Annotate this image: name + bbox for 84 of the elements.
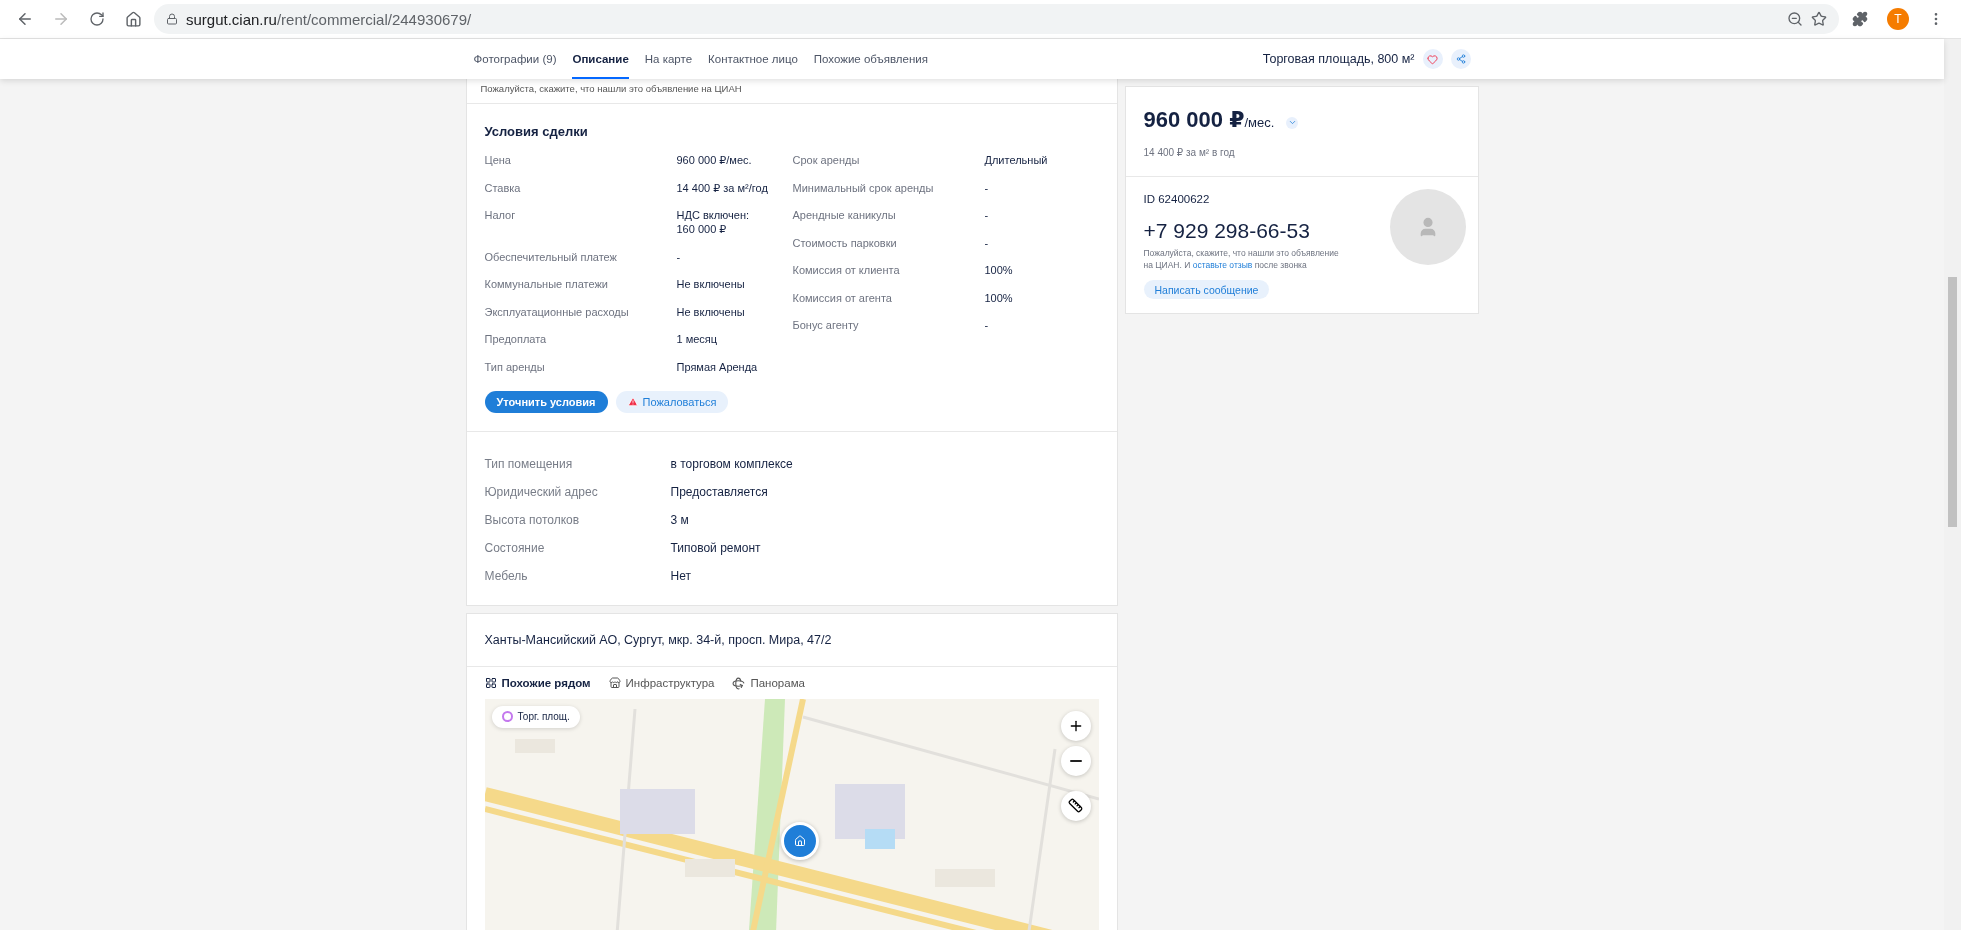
chevron-down-icon	[1287, 118, 1297, 127]
field-label: Срок аренды	[792, 153, 861, 167]
field-value: 3 м	[670, 511, 690, 529]
field-value: НДС включен: 160 000 ₽	[676, 208, 751, 236]
field-label: Комиссия от клиента	[792, 263, 901, 277]
field-value: -	[676, 249, 682, 264]
shop-icon	[608, 677, 621, 689]
section-title: Условия сделки	[484, 124, 589, 139]
field-value: Прямая Аренда	[676, 359, 759, 374]
nav-tab[interactable]: Контактное лицо	[708, 39, 798, 79]
ruler-icon	[1068, 798, 1083, 813]
forward-arrow-icon	[52, 10, 70, 28]
rotation-icon	[732, 676, 746, 690]
warning-icon	[627, 396, 638, 407]
map-tab[interactable]: Панорама	[732, 676, 805, 690]
nav-tab[interactable]: На карте	[644, 39, 693, 79]
field-value: Предоставляется	[670, 483, 769, 501]
field-value: -	[984, 208, 990, 222]
field-value: Типовой ремонт	[670, 539, 762, 557]
minus-icon	[1069, 759, 1082, 762]
complaint-button[interactable]: Пожаловаться	[615, 390, 729, 413]
field-label: Налог	[484, 208, 517, 223]
field-value: Нет	[670, 567, 692, 585]
agent-id: ID 62400622	[1143, 193, 1211, 205]
field-label: Мебель	[484, 567, 529, 585]
price-unit: /мес.	[1244, 115, 1275, 130]
field-label: Цена	[484, 153, 512, 167]
field-value: 14 400 ₽ за м²/год	[676, 180, 769, 195]
house-icon	[793, 834, 806, 847]
field-label: Юридический адрес	[484, 483, 599, 501]
zoom-out-icon[interactable]	[1787, 11, 1803, 27]
field-label: Ставка	[484, 180, 522, 195]
map-tab[interactable]: Похожие рядом	[484, 676, 591, 690]
field-value: 960 000 ₽/мес.	[676, 153, 753, 167]
message-button[interactable]: Написать сообщение	[1143, 280, 1270, 299]
field-value: 1 месяц	[676, 332, 719, 346]
field-label: Обеспечительный платеж	[484, 249, 618, 264]
reload-icon	[89, 11, 105, 27]
nav-tab[interactable]: Фотографии (9)	[473, 39, 557, 79]
phone-number: +7 929 298-66-53	[1143, 219, 1311, 243]
field-label: Минимальный срок аренды	[792, 180, 935, 195]
heart-icon	[1427, 53, 1438, 65]
field-label: Тип аренды	[484, 359, 546, 374]
map-tab[interactable]: Инфраструктура	[608, 676, 715, 690]
field-label: Эксплуатационные расходы	[484, 304, 630, 319]
field-label: Предоплата	[484, 332, 548, 346]
field-label: Комиссия от агента	[792, 290, 893, 305]
field-label: Состояние	[484, 539, 546, 557]
field-value: -	[984, 180, 990, 195]
price: 960 000 ₽	[1143, 107, 1245, 133]
field-label: Тип помещения	[484, 455, 574, 473]
field-label: Стоимость парковки	[792, 235, 898, 250]
url-path: /rent/commercial/244930679/	[276, 10, 472, 28]
rate-per-sqm: 14 400 ₽ за м² в год	[1143, 147, 1236, 158]
field-value: 100%	[984, 263, 1014, 277]
listing-title: Торговая площадь, 800 м²	[1262, 52, 1415, 66]
home-icon	[124, 10, 142, 28]
field-label: Бонус агенту	[792, 318, 860, 332]
puzzle-icon	[1852, 11, 1868, 27]
share-button[interactable]	[1450, 49, 1471, 69]
ring-icon	[501, 711, 513, 722]
field-value: 100%	[984, 290, 1014, 305]
field-value: -	[984, 318, 990, 332]
field-value: Не включены	[676, 304, 746, 319]
clarify-button[interactable]: Уточнить условия	[484, 390, 608, 413]
nav-tab[interactable]: Похожие объявления	[813, 39, 928, 79]
url-host: surgut.cian.ru	[186, 10, 277, 28]
field-value: Длительный	[984, 153, 1049, 167]
lock-icon	[166, 13, 178, 25]
share-icon	[1455, 54, 1466, 64]
bookmark-star-icon[interactable]	[1811, 11, 1827, 27]
review-link[interactable]: оставьте отзыв	[1192, 260, 1253, 270]
field-label: Арендные каникулы	[792, 208, 897, 222]
grid-icon	[484, 677, 497, 689]
feedback-note: Пожалуйста, скажите, что нашли это объявление на ЦИАН. И оставьте отзыв после звонка	[1143, 247, 1340, 271]
field-value: Не включены	[676, 277, 746, 291]
field-label: Коммунальные платежи	[484, 277, 609, 291]
field-value: -	[984, 235, 990, 250]
map[interactable]: Торг. площ.	[484, 698, 1099, 930]
address-bar[interactable]: surgut.cian.ru/rent/commercial/244930679/	[154, 4, 1839, 34]
field-label: Высота потолков	[484, 511, 581, 529]
feedback-note: Пожалуйста, скажите, что нашли это объявление на ЦИАН	[479, 82, 743, 96]
address: Ханты-Мансийский АО, Сургут, мкр. 34-й, просп. Мира, 47/2	[483, 631, 833, 649]
field-value: в торговом комплексе	[670, 455, 794, 473]
